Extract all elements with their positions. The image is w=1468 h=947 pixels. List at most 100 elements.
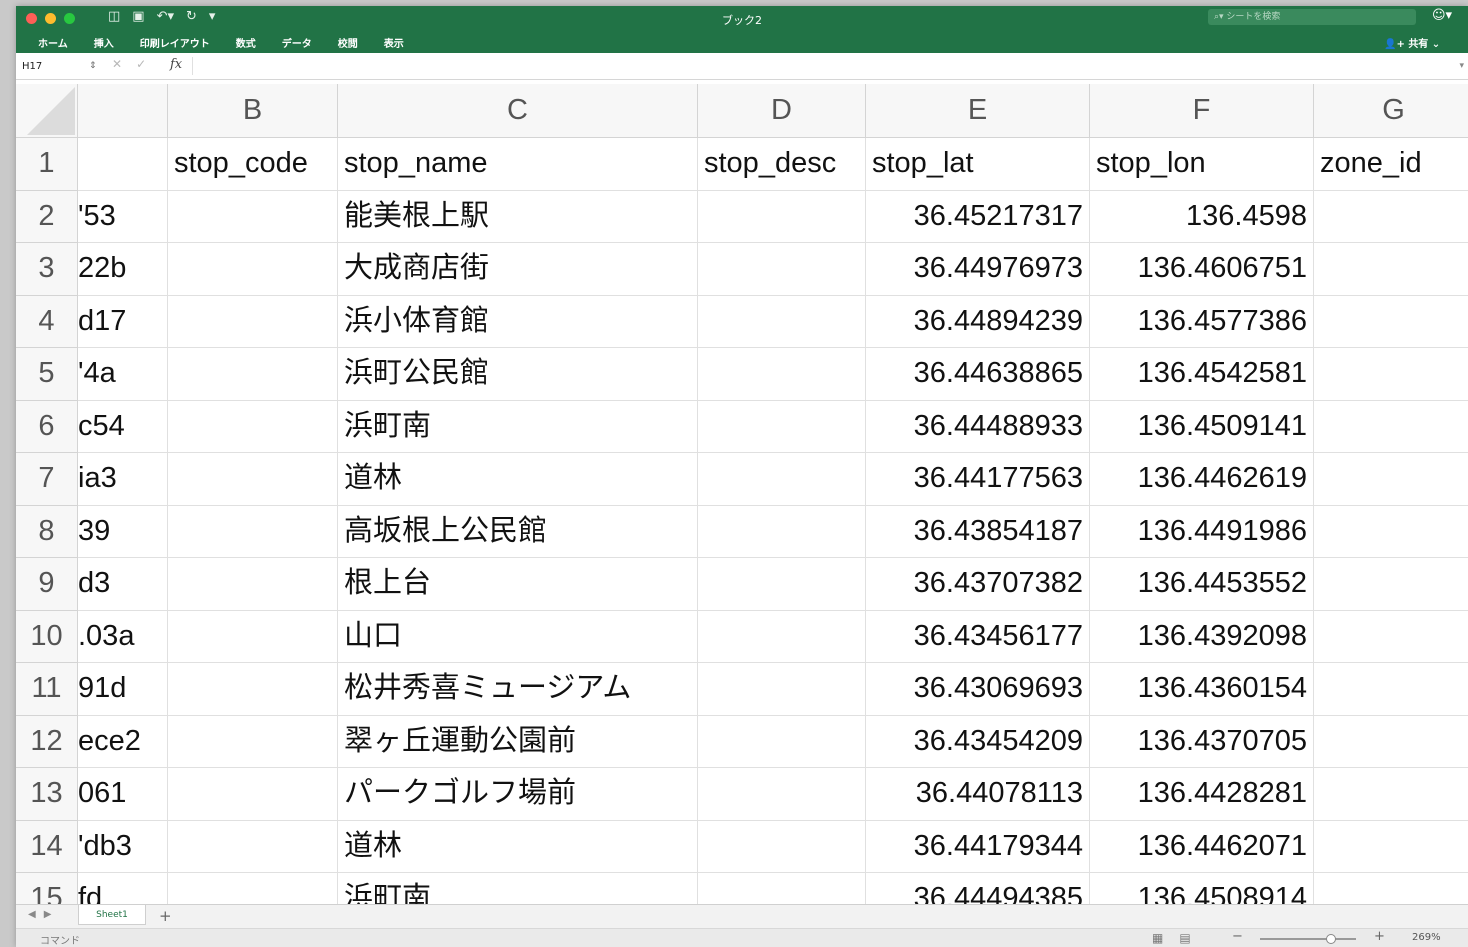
cell-b[interactable]: [168, 768, 338, 821]
cell-a[interactable]: '53: [78, 190, 168, 243]
cell-d[interactable]: [698, 558, 866, 611]
cell-c[interactable]: 山口: [338, 610, 698, 663]
cell-a[interactable]: 39: [78, 505, 168, 558]
column-header-g[interactable]: G: [1314, 84, 1468, 138]
cell-a[interactable]: '4a: [78, 348, 168, 401]
expand-formula-icon[interactable]: ▾: [1459, 61, 1464, 71]
header-cell-d[interactable]: stop_desc: [698, 138, 866, 191]
cell-g[interactable]: [1314, 191, 1468, 243]
cell-c[interactable]: 松井秀喜ミュージアム: [338, 663, 698, 716]
zoom-in-button[interactable]: +: [1374, 929, 1385, 944]
header-cell-c[interactable]: stop_name: [338, 138, 698, 191]
tab-review[interactable]: 校閲: [338, 35, 358, 50]
cell-c[interactable]: 浜町南: [338, 873, 698, 904]
header-cell-e[interactable]: stop_lat: [866, 138, 1090, 191]
cell-c[interactable]: 道林: [338, 453, 698, 506]
cell-f[interactable]: 136.4392098: [1090, 610, 1314, 663]
cell-g[interactable]: [1314, 506, 1468, 558]
cell-c[interactable]: 浜町公民館: [338, 348, 698, 401]
tab-home[interactable]: ホーム: [38, 35, 68, 50]
tab-sheet1[interactable]: Sheet1: [78, 905, 146, 925]
share-button[interactable]: 👤+ 共有 ⌄: [1384, 35, 1440, 50]
cell-a[interactable]: 22b: [78, 243, 168, 296]
cell-d[interactable]: [698, 663, 866, 716]
row-header[interactable]: 2: [16, 190, 78, 243]
cell-b[interactable]: [168, 505, 338, 558]
cell-b[interactable]: [168, 295, 338, 348]
page-layout-view-icon[interactable]: ▤: [1179, 931, 1190, 945]
cell-d[interactable]: [698, 295, 866, 348]
cell-e[interactable]: 36.44078113: [866, 768, 1090, 821]
column-header-c[interactable]: C: [338, 84, 698, 138]
search-sheet-input[interactable]: ⌕▾ シートを検索: [1208, 9, 1416, 25]
spreadsheet-grid[interactable]: B C D E F G 1 stop_code stop_name stop_desc stop_l…: [16, 84, 1468, 904]
confirm-icon[interactable]: ✓: [136, 57, 146, 71]
cell-f[interactable]: 136.4577386: [1090, 295, 1314, 348]
tab-view[interactable]: 表示: [384, 35, 404, 50]
cell-b[interactable]: [168, 873, 338, 904]
cell-d[interactable]: [698, 243, 866, 296]
cancel-icon[interactable]: ✕: [112, 57, 122, 71]
header-cell-f[interactable]: stop_lon: [1090, 138, 1314, 191]
column-header-b[interactable]: B: [168, 84, 338, 138]
cell-c[interactable]: 道林: [338, 820, 698, 873]
row-header[interactable]: 15: [16, 873, 78, 904]
cell-c[interactable]: パークゴルフ場前: [338, 768, 698, 821]
cell-a[interactable]: c54: [78, 400, 168, 453]
normal-view-icon[interactable]: ▦: [1152, 931, 1163, 945]
zoom-slider[interactable]: [1260, 934, 1356, 944]
cell-b[interactable]: [168, 453, 338, 506]
insert-function-button[interactable]: fx: [170, 57, 182, 72]
cell-a[interactable]: ece2: [78, 715, 168, 768]
tab-page-layout[interactable]: 印刷レイアウト: [140, 35, 210, 50]
cell-d[interactable]: [698, 768, 866, 821]
row-header[interactable]: 6: [16, 400, 78, 453]
cell-f[interactable]: 136.4453552: [1090, 558, 1314, 611]
cell-g[interactable]: [1314, 296, 1468, 348]
cell-d[interactable]: [698, 610, 866, 663]
cell-c[interactable]: 能美根上駅: [338, 190, 698, 243]
cell-g[interactable]: [1314, 611, 1468, 663]
cell-c[interactable]: 浜町南: [338, 400, 698, 453]
cell-c[interactable]: 浜小体育館: [338, 295, 698, 348]
cell-f[interactable]: 136.4542581: [1090, 348, 1314, 401]
cell-f[interactable]: 136.4428281: [1090, 768, 1314, 821]
cell-e[interactable]: 36.44177563: [866, 453, 1090, 506]
cell-a[interactable]: d3: [78, 558, 168, 611]
column-header-d[interactable]: D: [698, 84, 866, 138]
cell-g[interactable]: [1314, 663, 1468, 716]
zoom-slider-knob[interactable]: [1326, 934, 1336, 944]
column-header-a[interactable]: [78, 84, 168, 138]
row-header[interactable]: 7: [16, 453, 78, 506]
cell-d[interactable]: [698, 190, 866, 243]
cell-d[interactable]: [698, 820, 866, 873]
cell-f[interactable]: 136.4370705: [1090, 715, 1314, 768]
cell-e[interactable]: 36.43854187: [866, 505, 1090, 558]
cell-g[interactable]: [1314, 821, 1468, 873]
feedback-smiley-icon[interactable]: ☺▾: [1432, 8, 1452, 23]
column-header-e[interactable]: E: [866, 84, 1090, 138]
row-header[interactable]: 1: [16, 138, 78, 191]
cell-f[interactable]: 136.4509141: [1090, 400, 1314, 453]
zoom-out-button[interactable]: −: [1232, 929, 1243, 944]
cell-a[interactable]: ia3: [78, 453, 168, 506]
cell-d[interactable]: [698, 873, 866, 904]
cell-g[interactable]: [1314, 243, 1468, 296]
cell-g[interactable]: [1314, 768, 1468, 821]
cell-b[interactable]: [168, 820, 338, 873]
cell-b[interactable]: [168, 663, 338, 716]
cell-a[interactable]: d17: [78, 295, 168, 348]
cell-e[interactable]: 36.44976973: [866, 243, 1090, 296]
cell-a[interactable]: fd: [78, 873, 168, 904]
cell-c[interactable]: 大成商店街: [338, 243, 698, 296]
cell-c[interactable]: 翠ヶ丘運動公園前: [338, 715, 698, 768]
cell-g[interactable]: [1314, 716, 1468, 768]
row-header[interactable]: 3: [16, 243, 78, 296]
cell-a[interactable]: .03a: [78, 610, 168, 663]
header-cell-a[interactable]: [78, 138, 168, 191]
cell-f[interactable]: 136.4462071: [1090, 820, 1314, 873]
cell-d[interactable]: [698, 715, 866, 768]
cell-b[interactable]: [168, 558, 338, 611]
cell-f[interactable]: 136.4360154: [1090, 663, 1314, 716]
header-cell-b[interactable]: stop_code: [168, 138, 338, 191]
